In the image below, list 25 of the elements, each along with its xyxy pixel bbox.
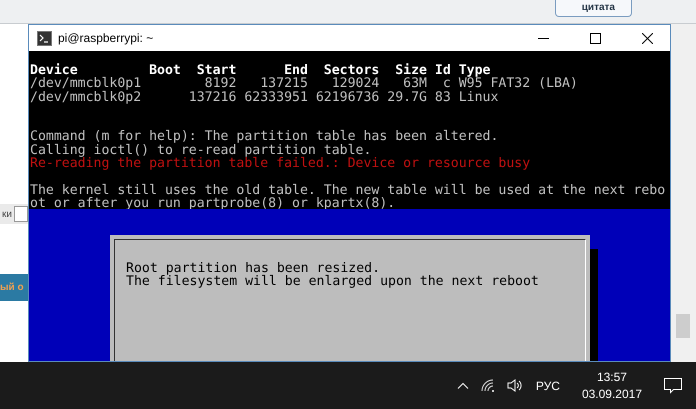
error-line: Re-reading the partition table failed.: Device or resource busy (30, 157, 532, 170)
notification-icon[interactable] (664, 378, 682, 394)
output-line: ot or after you run partprobe(8) or kpartx(8). (30, 196, 396, 210)
speaker-icon[interactable] (506, 379, 524, 392)
output-line: Calling ioctl() to re-read partition table. (30, 144, 372, 158)
column-header-line: Device Boot Start End Sectors Size Id Type (30, 64, 492, 78)
maximize-icon (590, 32, 600, 44)
output-line: The kernel still uses the old table. The new table will be used at the next rebo (30, 184, 666, 197)
dialog-message: The filesystem will be enlarged upon the next reboot (126, 275, 540, 289)
window-title: pi@raspberrypi: ~ (58, 31, 154, 45)
clock[interactable]: 13:57 03.09.2017 (572, 368, 652, 402)
output-line: Command (m for help): The partition table has been altered. (30, 130, 500, 144)
chevron-up-icon[interactable] (456, 382, 469, 389)
output-line: /dev/mmcblk0p1 8192 137215 129024 63M c W95 FAT32 (LBA) (30, 77, 579, 91)
input-field[interactable] (14, 206, 28, 222)
close-icon (642, 32, 652, 44)
language-indicator[interactable]: РУС (536, 378, 560, 392)
section-banner: ый о (0, 274, 28, 301)
scrollbar-thumb[interactable] (676, 314, 690, 338)
side-label: ки (1, 208, 12, 220)
dialog-message: Root partition has been resized. (126, 262, 382, 276)
terminal-icon (37, 30, 52, 46)
quote-button[interactable]: цитата (554, 0, 632, 17)
wifi-icon[interactable] (480, 379, 495, 392)
output-line: /dev/mmcblk0p2 137216 62333951 62196736 29.7G 83 Linux (30, 90, 500, 104)
